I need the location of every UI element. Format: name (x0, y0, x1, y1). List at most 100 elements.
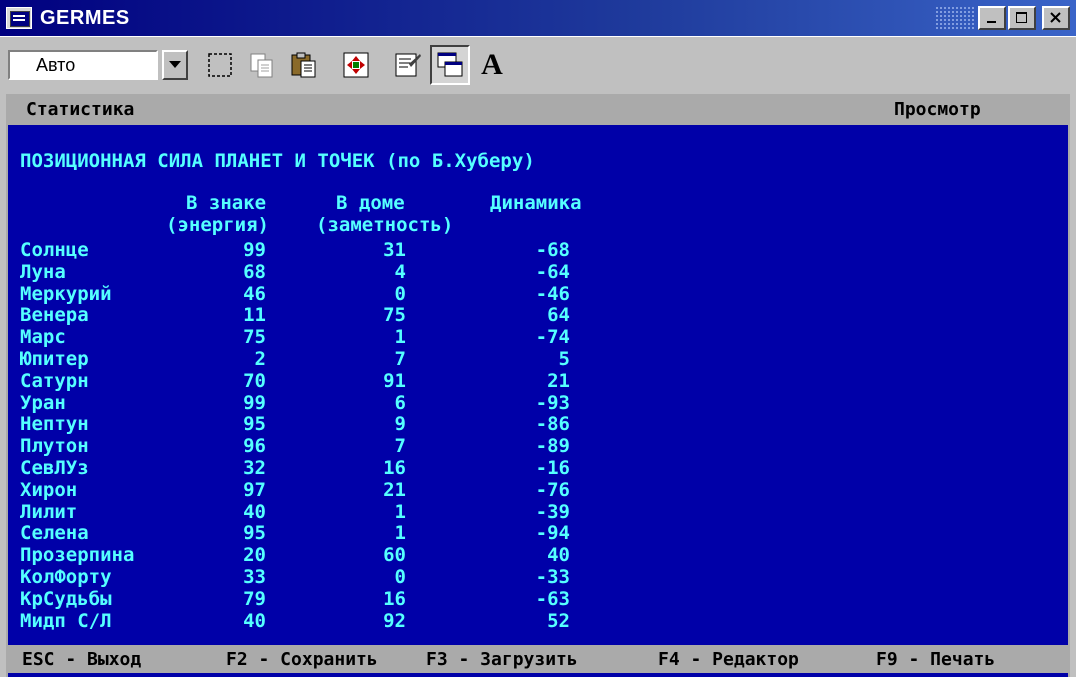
app-icon[interactable] (6, 7, 32, 29)
row-dynamics-value: 52 (547, 609, 570, 632)
row-sign-value: 40 (243, 609, 266, 632)
row-sign-value: 68 (243, 260, 266, 283)
minimize-icon (987, 21, 996, 23)
row-name: КрСудьбы (20, 587, 112, 610)
row-sign-value: 95 (243, 413, 266, 436)
row-name: Мидп С/Л (20, 609, 112, 632)
key-f4-editor[interactable]: F4 - Редактор (658, 649, 799, 670)
fullscreen-icon (343, 52, 369, 77)
row-dynamics-value: -39 (535, 500, 570, 523)
table-row: Венера 11 75 64 (6, 304, 1070, 326)
window-title: GERMES (40, 6, 130, 29)
table-row: Уран 99 6 -93 (6, 392, 1070, 414)
row-dynamics-value: -86 (535, 413, 570, 436)
row-sign-value: 97 (243, 478, 266, 501)
row-dynamics-value: 21 (547, 369, 570, 392)
row-name: Венера (20, 304, 89, 327)
row-sign-value: 33 (243, 566, 266, 588)
row-sign-value: 79 (243, 587, 266, 610)
copy-button[interactable] (242, 45, 282, 85)
row-house-value: 7 (394, 348, 406, 370)
row-sign-value: 99 (243, 391, 266, 414)
row-house-value: 16 (383, 587, 406, 610)
row-sign-value: 32 (243, 457, 266, 479)
row-name: СевЛУз (20, 457, 89, 479)
row-name: Нептун (20, 413, 89, 436)
table-row: Марс 75 1 -74 (6, 326, 1070, 348)
row-house-value: 75 (383, 304, 406, 327)
properties-button[interactable] (388, 45, 428, 85)
table-row: Плутон 96 7 -89 (6, 435, 1070, 457)
background-button[interactable] (430, 44, 470, 85)
fullscreen-button[interactable] (336, 45, 376, 85)
title-bar[interactable]: GERMES (0, 0, 1076, 36)
row-name: Солнце (20, 239, 89, 261)
table-row: КолФорту 33 0 -33 (6, 566, 1070, 588)
properties-icon (395, 53, 421, 76)
font-icon: A (481, 47, 503, 81)
row-dynamics-value: -74 (535, 326, 570, 349)
row-house-value: 4 (394, 260, 406, 283)
row-name: Луна (20, 260, 66, 283)
chevron-down-icon (169, 61, 181, 68)
window-controls (978, 6, 1070, 30)
row-sign-value: 40 (243, 500, 266, 523)
row-name: КолФорту (20, 566, 112, 588)
font-button[interactable]: A (472, 45, 512, 85)
row-name: Уран (20, 391, 66, 414)
row-house-value: 7 (394, 435, 406, 458)
row-dynamics-value: -76 (535, 478, 570, 501)
row-sign-value: 11 (243, 304, 266, 327)
row-dynamics-value: -68 (535, 239, 570, 261)
key-f3-load[interactable]: F3 - Загрузить (426, 649, 578, 670)
col-header-house: В доме (336, 192, 405, 214)
row-name: Прозерпина (20, 544, 135, 567)
maximize-icon (1016, 12, 1027, 23)
console-window[interactable]: Статистика Просмотр ПОЗИЦИОННАЯ СИЛА ПЛА… (6, 94, 1070, 677)
row-sign-value: 70 (243, 369, 266, 392)
combo-dropdown-button[interactable] (162, 49, 188, 80)
row-dynamics-value: -16 (535, 457, 570, 479)
col-header-sign-sub: (энергия) (166, 214, 269, 236)
table-row: Луна 68 4 -64 (6, 261, 1070, 283)
table-row: Меркурий 46 0 -46 (6, 283, 1070, 305)
toolbar: Авто A (0, 36, 1076, 92)
row-dynamics-value: 40 (547, 544, 570, 567)
row-name: Меркурий (20, 282, 112, 305)
row-sign-value: 75 (243, 326, 266, 349)
key-f9-print[interactable]: F9 - Печать (876, 649, 995, 670)
row-house-value: 6 (394, 391, 406, 414)
select-icon (208, 52, 232, 77)
row-sign-value: 95 (243, 522, 266, 545)
row-dynamics-value: -93 (535, 391, 570, 414)
close-icon (1050, 12, 1061, 23)
col-header-dynamics: Динамика (490, 192, 582, 214)
menu-view[interactable]: Просмотр (894, 99, 981, 120)
table-row: Юпитер 2 7 5 (6, 348, 1070, 370)
row-house-value: 0 (394, 282, 406, 305)
font-size-field[interactable]: Авто (8, 49, 158, 80)
paste-button[interactable] (284, 45, 324, 85)
row-house-value: 9 (394, 413, 406, 436)
minimize-button[interactable] (978, 6, 1006, 30)
menu-statistics[interactable]: Статистика (26, 99, 134, 120)
col-header-house-sub: (заметность) (316, 214, 454, 236)
row-sign-value: 2 (254, 348, 266, 370)
row-dynamics-value: -64 (535, 260, 570, 283)
maximize-button[interactable] (1008, 6, 1036, 30)
row-house-value: 1 (394, 326, 406, 349)
close-button[interactable] (1042, 6, 1070, 30)
row-sign-value: 96 (243, 435, 266, 458)
font-size-combo[interactable]: Авто (8, 49, 188, 80)
key-f2-save[interactable]: F2 - Сохранить (226, 649, 378, 670)
row-name: Юпитер (20, 348, 89, 370)
key-esc-exit[interactable]: ESC - Выход (22, 649, 141, 670)
row-name: Хирон (20, 478, 78, 501)
table-row: КрСудьбы 79 16 -63 (6, 588, 1070, 610)
row-house-value: 92 (383, 609, 406, 632)
mark-button[interactable] (200, 45, 240, 85)
title-pattern (935, 6, 975, 30)
table-row: Солнце 99 31 -68 (6, 239, 1070, 261)
row-dynamics-value: -89 (535, 435, 570, 458)
row-name: Лилит (20, 500, 78, 523)
